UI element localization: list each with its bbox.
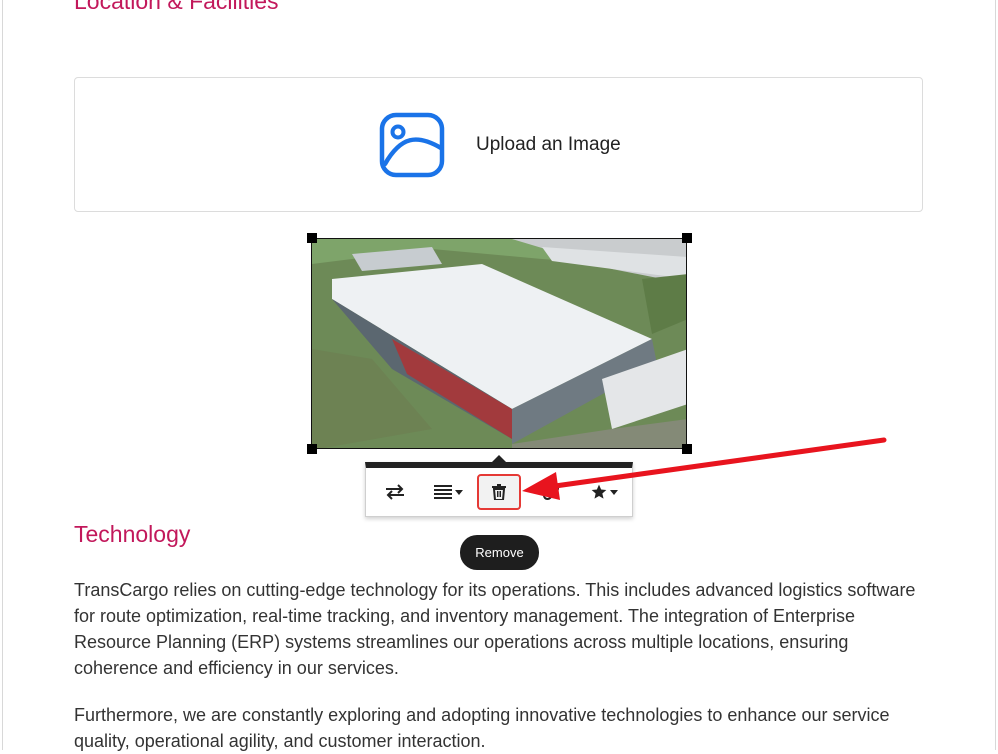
chevron-down-icon: [609, 489, 618, 495]
replace-image-button[interactable]: [376, 475, 414, 509]
chevron-down-icon: [454, 489, 463, 495]
swap-arrows-icon: [386, 484, 404, 500]
remove-tooltip: Remove: [460, 535, 539, 570]
align-lines-icon: [433, 485, 452, 499]
page-border-right: [995, 0, 996, 750]
toolbar-pointer: [492, 455, 506, 462]
image-icon: [379, 112, 445, 178]
page-border-left: [2, 0, 3, 750]
upload-image-box[interactable]: Upload an Image: [74, 77, 923, 212]
link-icon: [542, 483, 560, 501]
remove-image-button[interactable]: [477, 474, 521, 510]
technology-paragraph-1: TransCargo relies on cutting-edge techno…: [74, 580, 916, 678]
resize-handle-top-left[interactable]: [307, 233, 317, 243]
resize-handle-bottom-right[interactable]: [682, 444, 692, 454]
warehouse-photo: [312, 239, 686, 448]
resize-handle-top-right[interactable]: [682, 233, 692, 243]
resize-handle-bottom-left[interactable]: [307, 444, 317, 454]
align-dropdown-button[interactable]: [426, 475, 470, 509]
link-image-button[interactable]: [536, 475, 566, 509]
star-icon: [591, 484, 606, 499]
upload-image-label: Upload an Image: [476, 134, 621, 155]
technology-heading: Technology: [74, 521, 191, 547]
location-heading: Location & Facilities: [74, 0, 279, 14]
selected-image[interactable]: [311, 238, 687, 449]
image-style-dropdown-button[interactable]: [584, 475, 624, 509]
trash-icon: [492, 484, 506, 500]
technology-paragraph-2: Furthermore, we are constantly exploring…: [74, 705, 890, 751]
image-toolbar: [365, 462, 633, 517]
